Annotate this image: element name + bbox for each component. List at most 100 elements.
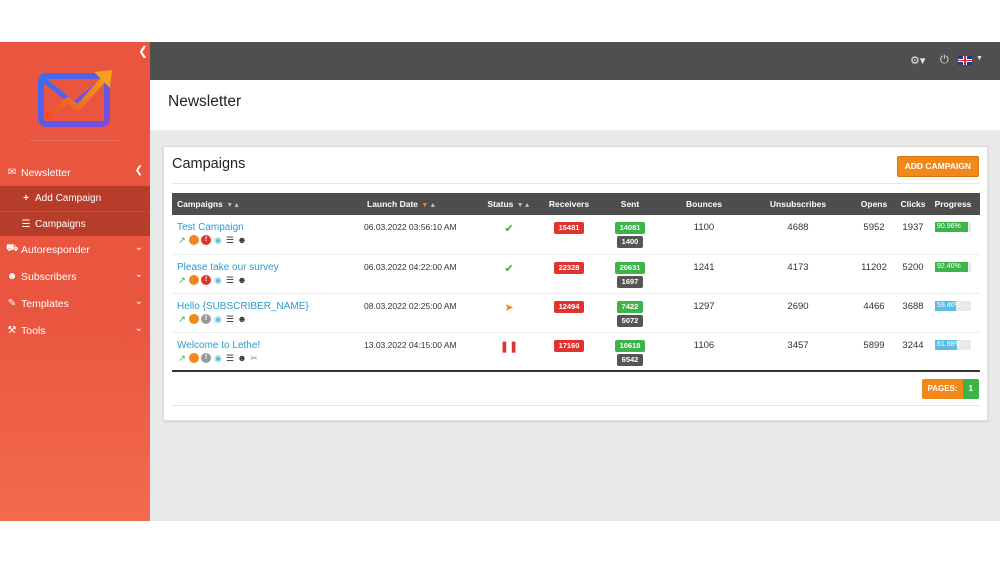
- sort-icon: ▼▲: [516, 202, 531, 209]
- unsubscribes-cell: 4688: [787, 222, 809, 233]
- eye-icon[interactable]: ◉: [213, 314, 223, 324]
- stats-chart-icon[interactable]: ↗: [177, 314, 187, 324]
- clicks-cell: 3688: [902, 300, 924, 312]
- table-row: Test Campaign ↗! ◉ ☰ ☻ 06.03.2022 03:56:10 AM…: [172, 215, 980, 254]
- stats-chart-icon[interactable]: ↗: [177, 353, 187, 363]
- exclamation-icon[interactable]: !: [201, 235, 211, 245]
- bounces-cell: 1241: [693, 261, 715, 273]
- exclamation-icon[interactable]: !: [201, 352, 211, 363]
- table-row: Please take our survey ↗! ◉ ☰ ☻ 06.03.2022 04…: [172, 254, 980, 293]
- sidebar-item-newsletter[interactable]: ✉ Newsletter ❮: [0, 159, 150, 186]
- table-header-row: Campaigns ▼▲ Launch Date ▼▲ Status ▼▲ Re…: [172, 193, 980, 215]
- card-title: Campaigns: [172, 156, 246, 172]
- tools-icon: ⚒: [7, 325, 17, 336]
- list-icon[interactable]: ☰: [225, 353, 235, 363]
- sidebar-item-add-campaign[interactable]: + Add Campaign: [0, 186, 150, 211]
- campaigns-card: Campaigns ADD CAMPAIGN Campaigns ▼▲ Laun…: [163, 146, 988, 421]
- power-icon[interactable]: ⏻: [940, 54, 949, 67]
- column-header-launch-date[interactable]: Launch Date ▼▲: [362, 193, 480, 215]
- pie-chart-icon[interactable]: [189, 274, 199, 285]
- bounces-cell: 1297: [693, 300, 715, 312]
- language-flag-icon[interactable]: [958, 56, 972, 65]
- progress-cell: 61.88%: [926, 332, 980, 371]
- receivers-cell: 15481: [538, 215, 600, 254]
- exclamation-icon[interactable]: !: [201, 274, 211, 285]
- sidebar-nav: ✉ Newsletter ❮ + Add Campaign ☰ Campaign…: [0, 159, 150, 344]
- campaign-link[interactable]: Hello {SUBSCRIBER_NAME}: [177, 301, 362, 312]
- launch-date: 08.03.2022 02:25:00 AM: [364, 300, 457, 311]
- user-icon[interactable]: ☻: [237, 314, 247, 324]
- column-header-bounces: Bounces: [686, 199, 722, 209]
- add-campaign-button[interactable]: ADD CAMPAIGN: [896, 156, 979, 177]
- unsent-badge: 5072: [616, 314, 644, 327]
- unsent-badge: 1697: [616, 275, 644, 288]
- sidebar-item-campaigns[interactable]: ☰ Campaigns: [0, 211, 150, 236]
- sidebar-item-autoresponder[interactable]: ⛟ Autoresponder ⌄: [0, 236, 150, 263]
- column-header-campaigns[interactable]: Campaigns ▼▲: [172, 193, 362, 215]
- campaign-link[interactable]: Please take our survey: [177, 262, 362, 273]
- sent-cell: 14081 1400: [600, 215, 660, 254]
- sent-cell: 10618 6542: [600, 332, 660, 371]
- campaign-link[interactable]: Welcome to Lethe!: [177, 340, 362, 351]
- campaign-cell: Hello {SUBSCRIBER_NAME} ↗! ◉ ☰ ☻: [172, 293, 362, 332]
- pie-chart-icon[interactable]: [189, 352, 199, 363]
- table-row: Welcome to Lethe! ↗! ◉ ☰ ☻ ✂ 13.03.2022 04:15:…: [172, 332, 980, 371]
- logo-divider: [30, 140, 120, 141]
- user-icon[interactable]: ☻: [237, 235, 247, 245]
- sidebar-item-label: Templates: [21, 297, 69, 310]
- column-header-clicks: Clicks: [900, 199, 926, 209]
- paint-roller-icon: ✎: [7, 298, 17, 309]
- column-label: Status: [487, 199, 514, 209]
- unsubscribes-cell: 3457: [787, 339, 809, 351]
- list-icon[interactable]: ☰: [225, 235, 235, 245]
- sidebar-item-templates[interactable]: ✎ Templates ⌄: [0, 290, 150, 317]
- progress-cell: 59.40%: [926, 293, 980, 332]
- progress-bar: 92.40%: [935, 261, 971, 272]
- opens-cell: 5952: [863, 222, 885, 233]
- sidebar: ❮ ✉ Newsletter ❮ + Add Campaign ☰ Campai…: [0, 42, 150, 521]
- collapse-sidebar-icon[interactable]: ❮: [138, 44, 148, 58]
- page-button-1[interactable]: 1: [962, 379, 979, 399]
- sort-icon: ▲: [429, 202, 437, 209]
- list-icon[interactable]: ☰: [225, 314, 235, 324]
- column-header-sent: Sent: [620, 199, 640, 209]
- progress-cell: 92.40%: [926, 254, 980, 293]
- unsubscribes-cell: 4173: [787, 261, 809, 273]
- sidebar-item-label: Campaigns: [35, 218, 86, 230]
- exclamation-icon[interactable]: !: [201, 313, 211, 324]
- progress-bar: 61.88%: [935, 339, 971, 350]
- paperclip-icon[interactable]: ✂: [249, 353, 259, 363]
- sidebar-item-subscribers[interactable]: ☻ Subscribers ⌄: [0, 263, 150, 290]
- envelope-icon: ✉: [7, 167, 17, 178]
- pagination-label: PAGES:: [922, 379, 963, 399]
- eye-icon[interactable]: ◉: [213, 353, 223, 363]
- campaign-link[interactable]: Test Campaign: [177, 222, 362, 233]
- pie-chart-icon[interactable]: [189, 235, 199, 245]
- gear-icon[interactable]: ⚙▾: [910, 54, 925, 67]
- list-icon[interactable]: ☰: [225, 275, 235, 285]
- eye-icon[interactable]: ◉: [213, 275, 223, 285]
- paper-plane-icon: ➤: [504, 301, 514, 314]
- app-window: ❮ ✉ Newsletter ❮ + Add Campaign ☰ Campai…: [0, 42, 1000, 521]
- sidebar-item-label: Autoresponder: [21, 243, 90, 256]
- column-header-status[interactable]: Status ▼▲: [480, 193, 538, 215]
- stats-chart-icon[interactable]: ↗: [177, 275, 187, 285]
- stats-chart-icon[interactable]: ↗: [177, 235, 187, 245]
- campaign-actions: ↗! ◉ ☰ ☻: [177, 313, 362, 324]
- pie-chart-icon[interactable]: [189, 313, 199, 324]
- receivers-cell: 22328: [538, 254, 600, 293]
- sent-badge: 10618: [614, 339, 646, 352]
- user-icon[interactable]: ☻: [237, 275, 247, 285]
- sidebar-item-label: Newsletter: [21, 166, 71, 179]
- user-icon[interactable]: ☻: [237, 353, 247, 363]
- sent-badge: 20631: [614, 261, 646, 274]
- sent-badge: 14081: [614, 222, 646, 234]
- chevron-down-icon: ⌄: [134, 296, 143, 307]
- chevron-down-icon: ⌄: [134, 323, 143, 334]
- progress-label: 90.96%: [937, 223, 961, 230]
- sidebar-item-tools[interactable]: ⚒ Tools ⌄: [0, 317, 150, 344]
- sort-icon: ▼▲: [226, 202, 241, 209]
- eye-icon[interactable]: ◉: [213, 235, 223, 245]
- page-title: Newsletter: [168, 93, 242, 110]
- opens-cell: 4466: [863, 300, 885, 312]
